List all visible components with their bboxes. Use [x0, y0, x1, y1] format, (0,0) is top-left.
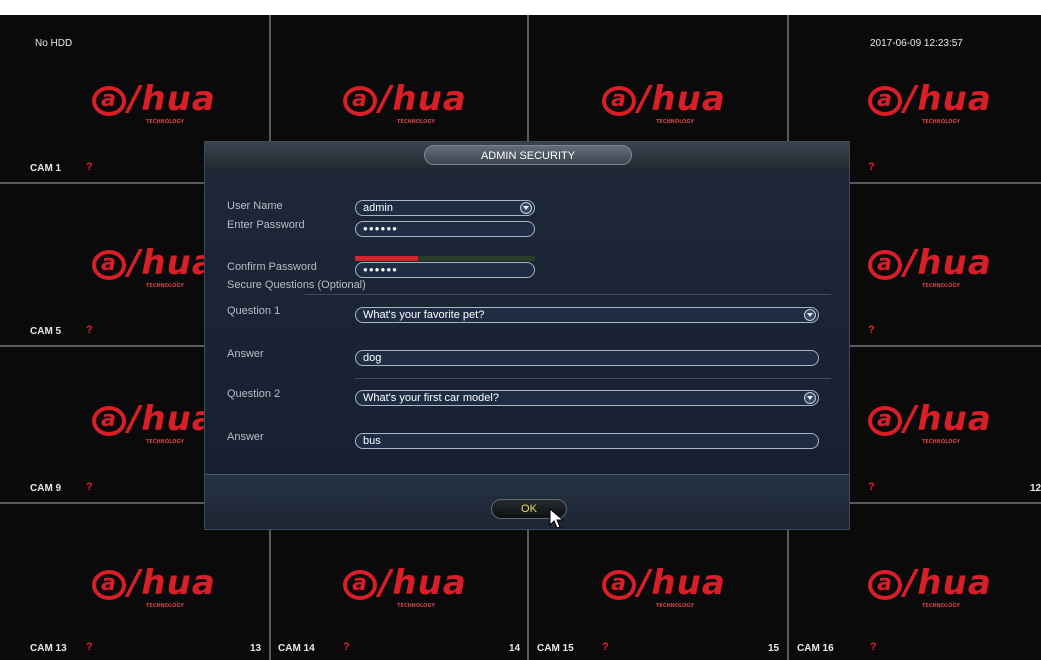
no-signal-icon: ?	[86, 324, 93, 336]
camera-label: CAM 13	[30, 643, 67, 654]
dahua-logo: a/hua TECHNOLOGY	[92, 79, 216, 125]
section-divider	[355, 378, 831, 379]
dahua-logo: a/hua TECHNOLOGY	[92, 399, 216, 445]
enter-password-label: Enter Password	[227, 219, 305, 231]
dahua-logo: a/hua TECHNOLOGY	[343, 79, 467, 125]
dialog-header: ADMIN SECURITY	[205, 142, 849, 171]
answer1-label: Answer	[227, 348, 264, 360]
answer2-input[interactable]: bus	[355, 433, 819, 449]
no-signal-icon: ?	[870, 641, 877, 653]
password-strength-meter	[355, 256, 535, 261]
dahua-logo: a/hua TECHNOLOGY	[602, 563, 726, 609]
user-name-label: User Name	[227, 200, 283, 212]
dahua-logo: a/hua TECHNOLOGY	[868, 79, 992, 125]
question1-value: What's your favorite pet?	[363, 309, 485, 321]
chevron-down-icon[interactable]	[804, 392, 816, 404]
chevron-down-icon[interactable]	[520, 202, 532, 214]
answer2-label: Answer	[227, 431, 264, 443]
password-strength-fill	[355, 256, 418, 261]
confirm-password-label: Confirm Password	[227, 261, 317, 273]
channel-number: 12	[1030, 483, 1041, 494]
dahua-logo: a/hua TECHNOLOGY	[868, 399, 992, 445]
question1-label: Question 1	[227, 305, 281, 317]
secure-questions-label: Secure Questions (Optional)	[227, 279, 366, 291]
camera-label: CAM 15	[537, 643, 574, 654]
camera-label: CAM 1	[30, 163, 62, 174]
dahua-logo: a/hua TECHNOLOGY	[868, 563, 992, 609]
admin-security-dialog: ADMIN SECURITY User Name admin Enter Pas…	[204, 141, 850, 530]
camera-label: CAM 14	[278, 643, 315, 654]
dialog-title: ADMIN SECURITY	[424, 145, 632, 165]
datetime: 2017-06-09 12:23:57	[870, 38, 963, 49]
question2-value: What's your first car model?	[363, 392, 499, 404]
dahua-logo: a/hua TECHNOLOGY	[343, 563, 467, 609]
camera-label: CAM 5	[30, 326, 62, 337]
question2-select[interactable]: What's your first car model?	[355, 390, 819, 406]
no-signal-icon: ?	[868, 161, 875, 173]
question1-select[interactable]: What's your favorite pet?	[355, 307, 819, 323]
dahua-logo: a/hua TECHNOLOGY	[92, 243, 216, 289]
no-signal-icon: ?	[343, 641, 350, 653]
dialog-body: User Name admin Enter Password ●●●●●● Co…	[205, 170, 849, 477]
user-name-value: admin	[363, 202, 393, 214]
no-signal-icon: ?	[86, 481, 93, 493]
no-signal-icon: ?	[86, 161, 93, 173]
dahua-logo: a/hua TECHNOLOGY	[92, 563, 216, 609]
no-signal-icon: ?	[868, 481, 875, 493]
hdd-status: No HDD	[35, 38, 73, 49]
dahua-logo: a/hua TECHNOLOGY	[602, 79, 726, 125]
section-divider	[305, 294, 831, 295]
enter-password-field[interactable]: ●●●●●●	[355, 221, 535, 237]
dahua-logo: a/hua TECHNOLOGY	[868, 243, 992, 289]
user-name-select[interactable]: admin	[355, 200, 535, 216]
no-signal-icon: ?	[602, 641, 609, 653]
chevron-down-icon[interactable]	[804, 309, 816, 321]
camera-label: CAM 16	[797, 643, 834, 654]
confirm-password-field[interactable]: ●●●●●●	[355, 262, 535, 278]
question2-label: Question 2	[227, 388, 281, 400]
no-signal-icon: ?	[868, 324, 875, 336]
channel-number: 14	[509, 643, 521, 654]
answer1-input[interactable]: dog	[355, 350, 819, 366]
camera-label: CAM 9	[30, 483, 62, 494]
mouse-cursor-icon	[549, 508, 565, 529]
no-signal-icon: ?	[86, 641, 93, 653]
channel-number: 13	[250, 643, 262, 654]
channel-number: 15	[768, 643, 780, 654]
